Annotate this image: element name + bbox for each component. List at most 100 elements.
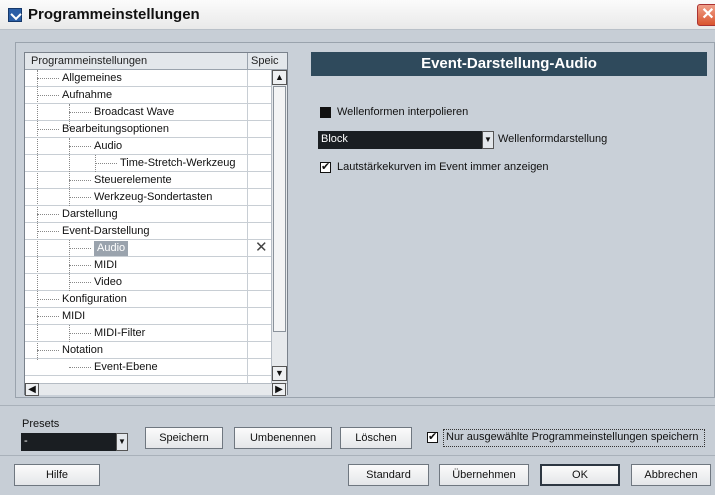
tree-connector [95,163,117,164]
cancel-button[interactable]: Abbrechen [631,464,711,486]
tree-item[interactable]: MIDI [25,308,271,325]
tree-guide-line [69,240,70,291]
tree-item[interactable]: Audio [25,138,271,155]
tree-item[interactable]: Konfiguration [25,291,271,308]
tree-vertical-scrollbar[interactable]: ▲ ▼ [271,70,287,383]
tree-item-label: Event-Darstellung [62,225,150,237]
scroll-left-button[interactable]: ◀ [25,383,39,396]
tree-item-label: Konfiguration [62,293,127,305]
tree-connector [37,316,59,317]
tree-item[interactable]: Audio ✕ [25,240,271,257]
tree-item[interactable]: Event-Darstellung [25,223,271,240]
tree-connector [69,248,91,249]
tree-connector [37,299,59,300]
tree-connector [69,146,91,147]
tree-connector [37,129,59,130]
settings-panel: Event-Darstellung-Audio Wellenformen int… [311,52,707,395]
presets-dropdown[interactable]: - ▼ [21,433,128,451]
column-header-save[interactable]: Speic [251,55,279,67]
scroll-down-button[interactable]: ▼ [272,366,287,381]
tree-connector [37,78,59,79]
tree-connector [37,214,59,215]
tree-item-label: Bearbeitungsoptionen [62,123,170,135]
tree-connector [69,367,91,368]
separator [0,455,715,456]
tree-horizontal-scrollbar[interactable]: ◀ ▶ [25,383,287,396]
tree-item-label: Event-Ebene [94,361,158,373]
tree-item[interactable]: Notation [25,342,271,359]
help-button[interactable]: Hilfe [14,464,100,486]
tree-connector [69,333,91,334]
tree-item[interactable]: Allgemeines [25,70,271,87]
tree-item-label: Audio [94,241,129,256]
tree-item-label: Time-Stretch-Werkzeug [120,157,236,169]
settings-container: Programmeinstellungen Speic Allgemeines A… [15,42,715,398]
tree-connector [37,95,59,96]
tree-item-label: Video [94,276,122,288]
tree-connector [69,197,91,198]
column-header-settings[interactable]: Programmeinstellungen [31,55,147,67]
tree-item-label: Werkzeug-Sondertasten [94,191,213,203]
tree-item[interactable]: Video [25,274,271,291]
tree-guide-line [69,325,70,342]
presets-value: - [24,435,28,447]
volume-curves-label: Lautstärkekurven im Event immer anzeigen [337,161,549,173]
tree-item[interactable]: Time-Stretch-Werkzeug [25,155,271,172]
settings-tree: Programmeinstellungen Speic Allgemeines A… [24,52,288,396]
tree-item[interactable]: MIDI-Filter [25,325,271,342]
interpolate-waveforms-checkbox[interactable] [320,107,331,118]
rename-preset-button[interactable]: Umbenennen [234,427,332,449]
tree-item-label: Aufnahme [62,89,113,101]
tree-item-label: Notation [62,344,103,356]
close-icon[interactable]: ✕ [255,240,268,256]
chevron-down-icon[interactable]: ▼ [116,433,128,451]
presets-label: Presets [22,418,60,430]
delete-preset-button[interactable]: Löschen [340,427,412,449]
tree-connector [69,180,91,181]
column-divider-line [247,70,248,383]
only-selected-label[interactable]: Nur ausgewählte Programmeinstellungen sp… [446,431,699,443]
tree-item[interactable]: Aufnahme [25,87,271,104]
interpolate-waveforms-label: Wellenformen interpolieren [337,106,469,118]
volume-curves-checkbox[interactable] [320,160,331,173]
tree-item-label: MIDI [62,310,86,322]
tree-connector [69,112,91,113]
waveform-display-label: Wellenformdarstellung [498,133,608,145]
save-preset-button[interactable]: Speichern [145,427,223,449]
app-icon [8,8,22,22]
apply-button[interactable]: Übernehmen [439,464,529,486]
tree-header: Programmeinstellungen Speic [25,53,287,70]
standard-button[interactable]: Standard [348,464,429,486]
column-divider[interactable] [247,53,248,70]
tree-item[interactable]: Bearbeitungsoptionen [25,121,271,138]
tree-item[interactable]: Event-Ebene [25,359,271,376]
tree-connector [37,350,59,351]
tree-item-label: Darstellung [62,208,118,220]
tree-item-label: Broadcast Wave [94,106,175,118]
waveform-display-dropdown[interactable]: Block ▼ [318,131,494,149]
tree-connector [69,282,91,283]
close-button[interactable]: ✕ [697,4,715,26]
tree-item-label: MIDI [94,259,118,271]
tree-connector [69,265,91,266]
tree-item[interactable]: Broadcast Wave [25,104,271,121]
scroll-right-button[interactable]: ▶ [272,383,286,396]
tree-guide-line [69,104,70,128]
tree-item-label: Steuerelemente [94,174,172,186]
scroll-up-button[interactable]: ▲ [272,70,287,85]
tree-item[interactable]: MIDI [25,257,271,274]
tree-item[interactable]: Werkzeug-Sondertasten [25,189,271,206]
only-selected-checkbox[interactable] [427,430,438,443]
panel-title: Event-Darstellung-Audio [311,52,707,76]
separator [0,405,715,406]
ok-button[interactable]: OK [540,464,620,486]
tree-connector [37,231,59,232]
chevron-down-icon[interactable]: ▼ [482,131,494,149]
tree-item-label: Audio [94,140,123,152]
tree-item[interactable]: Steuerelemente [25,172,271,189]
tree-guide-line [69,138,70,206]
tree-item-label: Allgemeines [62,72,122,84]
scroll-thumb[interactable] [273,86,286,332]
tree-item-label: MIDI-Filter [94,327,146,339]
tree-item[interactable]: Darstellung [25,206,271,223]
